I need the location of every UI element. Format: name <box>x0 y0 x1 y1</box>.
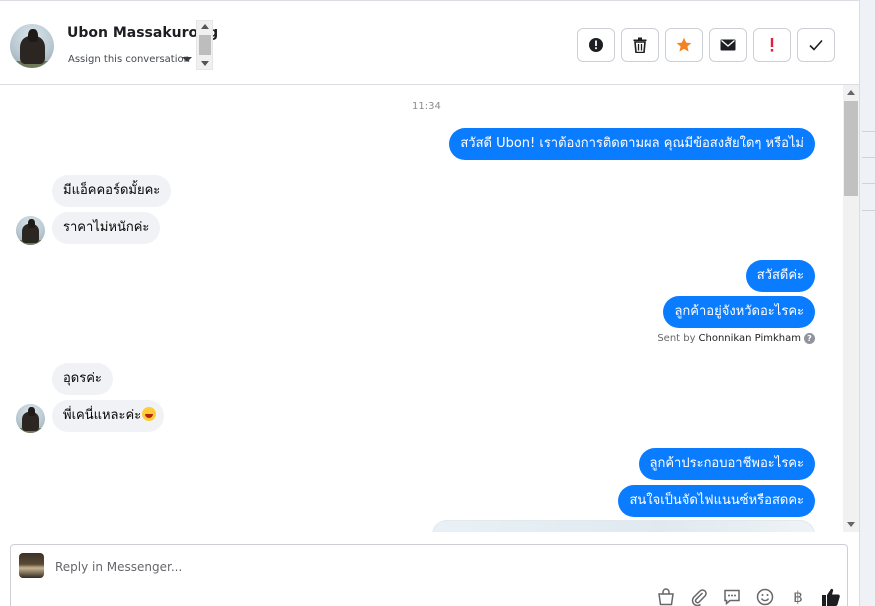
incoming-message[interactable]: ราคาไม่หนักค่ะ <box>52 212 161 244</box>
outgoing-message[interactable]: ลูกค้าอยู่จังหวัดอะไรคะ <box>663 296 815 328</box>
smiley-icon <box>756 588 774 606</box>
message-thread[interactable]: 11:34 สวัสดี Ubon! เราต้องการติดตามผล คุ… <box>0 85 859 532</box>
right-gutter <box>859 0 875 606</box>
gutter-tick <box>862 183 875 184</box>
laughing-emoji-icon <box>142 407 157 421</box>
incoming-message-text: พี่เคนี่แหละค่ะ <box>63 408 142 423</box>
gutter-tick <box>862 131 875 132</box>
assign-scrollbar[interactable] <box>196 20 213 70</box>
outgoing-message[interactable]: สวัสดีค่ะ <box>745 260 815 292</box>
outgoing-message[interactable]: สวัสดี Ubon! เราต้องการติดตามผล คุณมีข้อ… <box>449 128 815 160</box>
scroll-up-arrow-icon[interactable] <box>847 90 855 95</box>
star-button[interactable] <box>665 28 703 62</box>
baht-icon: ฿ <box>793 588 803 606</box>
reply-input[interactable] <box>55 556 615 578</box>
thumbs-up-icon <box>822 588 840 606</box>
gutter-tick <box>862 157 875 158</box>
gutter-divider <box>859 0 860 606</box>
scroll-down-arrow-icon[interactable] <box>201 61 209 66</box>
attachment-preview[interactable] <box>432 520 815 532</box>
exclamation-icon <box>770 38 774 52</box>
outgoing-message[interactable]: ลูกค้าประกอบอาชีพอะไรคะ <box>638 448 815 480</box>
mail-icon <box>720 39 736 51</box>
page-avatar <box>19 553 44 578</box>
contact-avatar-small <box>16 404 45 433</box>
check-icon <box>809 39 823 51</box>
sent-by-agent-name[interactable]: Chonnikan Pimkham <box>699 333 801 344</box>
contact-avatar-small <box>16 216 45 245</box>
conversation-header: Ubon Massakurong Assign this conversatio… <box>0 0 859 85</box>
paperclip-icon <box>691 589 707 606</box>
outgoing-message[interactable]: สนใจเป็นจัดไฟแนนซ์หรือสดคะ <box>618 485 815 517</box>
scroll-up-arrow-icon[interactable] <box>201 24 209 29</box>
sent-by-label: Sent by Chonnikan Pimkham ? <box>657 333 815 344</box>
reply-toolbar: ฿ <box>656 587 841 606</box>
emoji-button[interactable] <box>755 587 775 606</box>
chevron-down-icon[interactable] <box>182 57 192 62</box>
scroll-down-arrow-icon[interactable] <box>847 522 855 527</box>
sent-by-prefix: Sent by <box>657 333 696 344</box>
scroll-thumb[interactable] <box>844 101 858 196</box>
incoming-message[interactable]: อุดรค่ะ <box>52 363 113 395</box>
help-icon[interactable]: ? <box>804 333 815 344</box>
incoming-message[interactable]: มีแอ็คคอร์ดมั้ยคะ <box>52 175 172 207</box>
scroll-thumb[interactable] <box>199 35 211 55</box>
saved-replies-button[interactable] <box>722 587 742 606</box>
attach-button[interactable] <box>689 587 709 606</box>
chat-bubble-icon <box>724 589 740 606</box>
message-timestamp: 11:34 <box>412 101 441 112</box>
delete-button[interactable] <box>621 28 659 62</box>
incoming-message[interactable]: พี่เคนี่แหละค่ะ <box>52 400 165 432</box>
mark-unread-button[interactable] <box>709 28 747 62</box>
report-icon <box>589 38 603 52</box>
mark-important-button[interactable] <box>753 28 791 62</box>
mark-done-button[interactable] <box>797 28 835 62</box>
gutter-tick <box>862 210 875 211</box>
reply-composer: ฿ <box>10 544 848 606</box>
assign-conversation-label[interactable]: Assign this conversation <box>68 54 190 65</box>
trash-icon <box>633 37 647 53</box>
star-icon <box>676 37 692 52</box>
shop-button[interactable] <box>656 587 676 606</box>
header-actions <box>577 28 835 62</box>
report-button[interactable] <box>577 28 615 62</box>
contact-avatar[interactable] <box>10 24 54 68</box>
like-button[interactable] <box>821 587 841 606</box>
payment-button[interactable]: ฿ <box>788 587 808 606</box>
thread-scrollbar[interactable] <box>843 85 859 532</box>
bag-icon <box>658 588 674 606</box>
